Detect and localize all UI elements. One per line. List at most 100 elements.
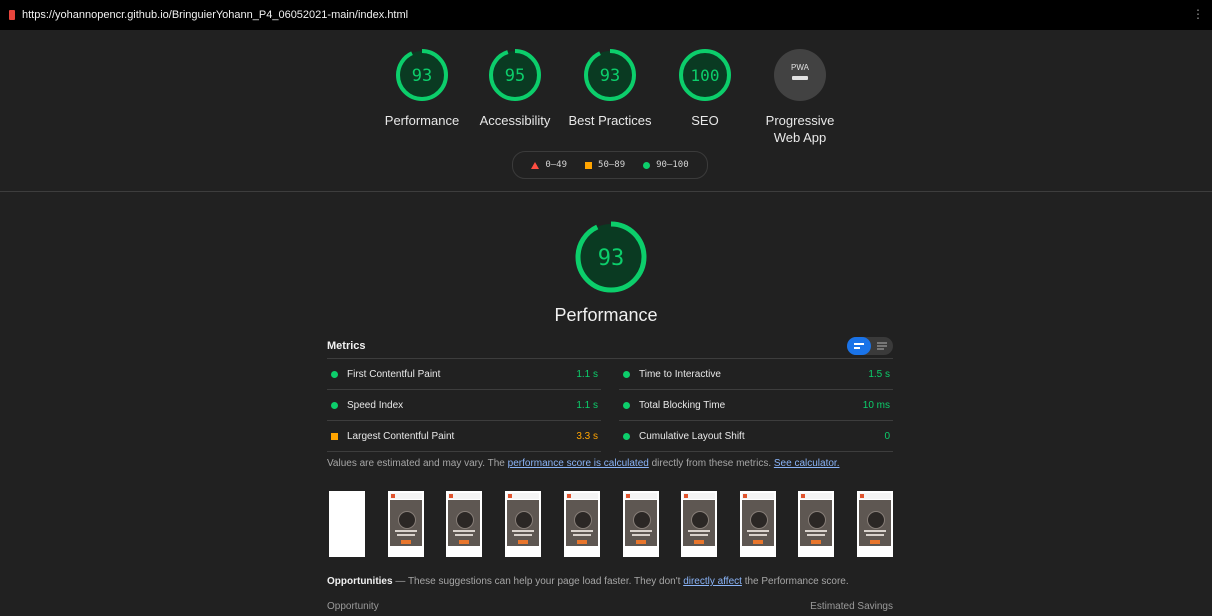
metric-value: 1.1 s xyxy=(576,399,598,411)
note-text: Values are estimated and may vary. The xyxy=(327,458,508,469)
gauge-label: Best Practices xyxy=(568,113,652,128)
gauge-label-line2: Web App xyxy=(773,130,827,145)
gauge-accessibility[interactable]: 95 Accessibility xyxy=(460,48,570,129)
metrics-view-toggle[interactable] xyxy=(847,337,893,355)
thumb-hero xyxy=(390,500,422,546)
gauge-pwa[interactable]: PWA Progressive Web App xyxy=(745,48,855,146)
page-url[interactable]: https://yohannopencr.github.io/Bringuier… xyxy=(22,9,408,21)
metric-value: 1.5 s xyxy=(868,368,890,380)
legend-pass: 90–100 xyxy=(643,160,689,170)
metric-row: First Contentful Paint 1.1 s xyxy=(327,359,601,390)
metric-value: 0 xyxy=(884,430,890,442)
metric-row: Largest Contentful Paint 3.3 s xyxy=(327,421,601,452)
filmstrip-frame xyxy=(505,491,541,557)
square-icon xyxy=(585,161,593,169)
thumb-hero xyxy=(859,500,891,546)
pass-circle-icon xyxy=(331,401,338,409)
thumb-hero xyxy=(625,500,657,546)
gauge-score: 100 xyxy=(691,66,720,85)
circle-icon xyxy=(643,161,651,169)
gauge-label: Progressive Web App xyxy=(745,112,855,146)
pass-circle-icon xyxy=(623,370,630,378)
metric-name: Largest Contentful Paint xyxy=(347,430,455,442)
gauge-label: Accessibility xyxy=(479,113,551,128)
gauge-score: 95 xyxy=(505,66,525,86)
metric-name: Total Blocking Time xyxy=(639,399,726,411)
gauge-seo[interactable]: 100 SEO xyxy=(650,48,760,129)
legend-fail: 0–49 xyxy=(531,160,567,170)
metric-value: 10 ms xyxy=(862,399,890,411)
opportunities-title: Opportunities xyxy=(327,576,393,587)
filmstrip-frame-blank xyxy=(329,491,365,557)
legend-average-label: 50–89 xyxy=(598,160,626,170)
opportunities-suffix: the Performance score. xyxy=(741,576,849,587)
gauge-ring: 93 xyxy=(396,49,448,101)
thumb-header xyxy=(800,493,832,499)
thumb-header xyxy=(683,493,715,499)
metric-name: Cumulative Layout Shift xyxy=(639,430,745,442)
metric-row: Total Blocking Time 10 ms xyxy=(619,390,893,421)
pass-circle-icon xyxy=(331,370,338,378)
pass-circle-icon xyxy=(623,401,630,409)
performance-score: 93 xyxy=(598,246,625,271)
filmstrip-frame xyxy=(681,491,717,557)
filmstrip-frame xyxy=(798,491,834,557)
thumb-header xyxy=(390,493,422,499)
gauge-label-line1: Progressive xyxy=(765,113,835,128)
performance-title: Performance xyxy=(554,305,658,325)
metric-row: Cumulative Layout Shift 0 xyxy=(619,421,893,452)
filmstrip xyxy=(327,491,893,557)
pass-circle-icon xyxy=(623,432,630,440)
thumb-hero xyxy=(800,500,832,546)
gauge-ring: 95 xyxy=(489,49,541,101)
address-bar: https://yohannopencr.github.io/Bringuier… xyxy=(0,0,1212,30)
gauge-ring: 93 xyxy=(575,221,647,293)
thumb-header xyxy=(448,493,480,499)
pwa-badge-text: PWA xyxy=(791,63,810,72)
metrics-header: Metrics xyxy=(327,334,893,359)
category-gauges: 93 Performance 95 Accessibility 93 Best … xyxy=(0,48,1212,148)
metric-name: Time to Interactive xyxy=(639,368,721,380)
see-calculator-link[interactable]: See calculator. xyxy=(774,458,840,469)
thumb-hero xyxy=(683,500,715,546)
opportunity-column-header: Opportunity xyxy=(327,601,379,612)
thumb-header xyxy=(859,493,891,499)
performance-gauge: 93 xyxy=(574,220,648,299)
average-square-icon xyxy=(331,432,338,440)
gauge-best-practices[interactable]: 93 Best Practices xyxy=(555,48,665,129)
filmstrip-frame xyxy=(623,491,659,557)
opportunities-intro: Opportunities — These suggestions can he… xyxy=(327,576,849,587)
filmstrip-frame xyxy=(564,491,600,557)
gauge-ring: 100 xyxy=(679,49,731,101)
score-calculated-link[interactable]: performance score is calculated xyxy=(508,458,649,469)
metrics-section: Metrics First Contentful Paint 1.1 s Spe… xyxy=(327,334,893,452)
gauge-score: 93 xyxy=(412,66,432,86)
gauge-score: 93 xyxy=(600,66,620,86)
directly-affect-link[interactable]: directly affect xyxy=(683,576,742,587)
thumb-header xyxy=(507,493,539,499)
filmstrip-frame xyxy=(446,491,482,557)
legend-average: 50–89 xyxy=(585,160,625,170)
metric-value: 1.1 s xyxy=(576,368,598,380)
metrics-note: Values are estimated and may vary. The p… xyxy=(327,458,839,469)
triangle-icon xyxy=(531,161,540,169)
more-vert-icon[interactable]: ⋮ xyxy=(1192,8,1204,20)
thumb-hero xyxy=(566,500,598,546)
favicon-icon xyxy=(9,10,15,20)
metrics-grid: First Contentful Paint 1.1 s Speed Index… xyxy=(327,359,893,452)
section-divider xyxy=(0,191,1212,192)
note-text-middle: directly from these metrics. xyxy=(648,458,774,469)
metrics-col-left: First Contentful Paint 1.1 s Speed Index… xyxy=(327,359,601,452)
opportunities-table-header: Opportunity Estimated Savings xyxy=(327,601,893,612)
compact-view-icon[interactable] xyxy=(847,337,871,355)
thumb-hero xyxy=(507,500,539,546)
thumb-hero xyxy=(448,500,480,546)
legend-pass-label: 90–100 xyxy=(656,160,689,170)
gauge-ring: 93 xyxy=(584,49,636,101)
filmstrip-frame xyxy=(388,491,424,557)
filmstrip-frame xyxy=(857,491,893,557)
opportunities-text: — These suggestions can help your page l… xyxy=(392,576,684,587)
metric-row: Speed Index 1.1 s xyxy=(327,390,601,421)
score-legend: 0–49 50–89 90–100 xyxy=(512,151,708,179)
metrics-title: Metrics xyxy=(327,340,366,352)
